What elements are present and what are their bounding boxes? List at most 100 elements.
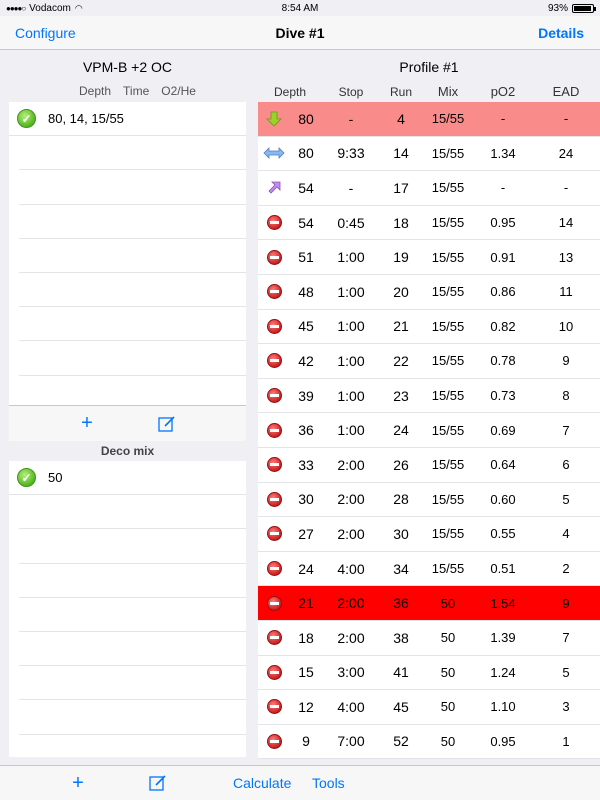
stop-icon xyxy=(258,561,290,577)
profile-row[interactable]: 21 2:00 36 50 1.54 9 xyxy=(258,586,600,621)
profile-row[interactable]: 15 3:00 41 50 1.24 5 xyxy=(258,656,600,691)
cell-ead: - xyxy=(563,111,569,127)
cell-stop: 2:00 xyxy=(337,456,365,473)
status-time: 8:54 AM xyxy=(281,2,319,14)
cell-ead: 2 xyxy=(562,561,570,577)
carrier-label: Vodacom xyxy=(29,2,71,14)
cell-run: 45 xyxy=(393,698,409,715)
cell-run: 52 xyxy=(393,733,409,750)
cell-run: 26 xyxy=(393,456,409,473)
cell-stop: 1:00 xyxy=(337,352,365,369)
calculate-button[interactable]: Calculate xyxy=(233,775,291,791)
empty-row xyxy=(19,632,246,667)
profile-row[interactable]: 54 0:45 18 15/55 0.95 14 xyxy=(258,206,600,241)
edit-icon xyxy=(158,415,175,432)
profile-row[interactable]: 48 1:00 20 15/55 0.86 11 xyxy=(258,275,600,310)
cell-depth: 27 xyxy=(298,525,314,542)
cell-depth: 18 xyxy=(298,629,314,646)
cell-run: 23 xyxy=(393,387,409,404)
cell-ead: 5 xyxy=(562,491,570,507)
cell-po2: 0.69 xyxy=(490,422,516,438)
header-po2: pO2 xyxy=(490,84,516,99)
cell-ead: 7 xyxy=(562,630,570,646)
cell-mix: 15/55 xyxy=(431,491,465,507)
empty-row xyxy=(19,700,246,735)
cell-stop: 3:00 xyxy=(337,664,365,681)
edit-button[interactable] xyxy=(146,771,170,795)
cell-po2: 0.55 xyxy=(490,526,516,542)
profile-row[interactable]: 33 2:00 26 15/55 0.64 6 xyxy=(258,448,600,483)
cell-ead: 13 xyxy=(558,249,574,265)
stop-icon xyxy=(258,284,290,300)
cell-run: 30 xyxy=(393,525,409,542)
profile-row[interactable]: 30 2:00 28 15/55 0.60 5 xyxy=(258,483,600,518)
profile-row[interactable]: 24 4:00 34 15/55 0.51 2 xyxy=(258,552,600,587)
tools-button[interactable]: Tools xyxy=(312,775,345,791)
profile-row[interactable]: 80 - 4 15/55 - - xyxy=(258,102,600,137)
profile-row[interactable]: 54 - 17 15/55 - - xyxy=(258,171,600,206)
edit-icon xyxy=(149,775,166,791)
empty-row xyxy=(19,273,246,308)
cell-run: 36 xyxy=(393,595,409,612)
deco-mix-row[interactable]: ✓ 50 xyxy=(9,461,246,496)
profile-row[interactable]: 18 2:00 38 50 1.39 7 xyxy=(258,621,600,656)
cell-ead: 3 xyxy=(562,699,570,715)
stop-icon xyxy=(258,595,290,611)
cell-depth: 24 xyxy=(298,560,314,577)
cell-depth: 42 xyxy=(298,352,314,369)
cell-po2: 1.34 xyxy=(490,145,516,161)
stop-icon xyxy=(258,630,290,646)
profile-row[interactable]: 42 1:00 22 15/55 0.78 9 xyxy=(258,344,600,379)
level-value: 80, 14, 15/55 xyxy=(48,111,124,127)
configure-button[interactable]: Configure xyxy=(15,25,76,41)
profile-title: Profile #1 xyxy=(399,59,459,75)
cell-stop: - xyxy=(348,179,354,196)
cell-po2: 0.64 xyxy=(490,457,516,473)
cell-depth: 54 xyxy=(298,179,314,196)
levels-list: ✓ 80, 14, 15/55 xyxy=(9,102,246,405)
cell-depth: 21 xyxy=(298,595,314,612)
cell-depth: 80 xyxy=(298,110,314,127)
stop-icon xyxy=(258,422,290,438)
cell-po2: - xyxy=(500,180,506,196)
cell-mix: 15/55 xyxy=(431,249,465,265)
details-button[interactable]: Details xyxy=(538,25,584,41)
profile-row[interactable]: 36 1:00 24 15/55 0.69 7 xyxy=(258,413,600,448)
header-time: Time xyxy=(123,84,150,98)
cell-mix: 15/55 xyxy=(431,284,465,300)
wifi-icon: ◠ xyxy=(74,2,83,13)
status-left: ●●●●○ Vodacom ◠ xyxy=(6,3,83,14)
cell-po2: 0.86 xyxy=(490,284,516,300)
profile-row[interactable]: 39 1:00 23 15/55 0.73 8 xyxy=(258,379,600,414)
profile-row[interactable]: 51 1:00 19 15/55 0.91 13 xyxy=(258,240,600,275)
profile-row[interactable]: 12 4:00 45 50 1.10 3 xyxy=(258,690,600,725)
cell-run: 38 xyxy=(393,629,409,646)
empty-row xyxy=(19,239,246,273)
add-level-button[interactable]: + xyxy=(75,412,99,436)
cell-stop: 0:45 xyxy=(337,214,365,231)
stop-icon xyxy=(258,733,290,749)
cell-stop: 2:00 xyxy=(337,525,365,542)
empty-row xyxy=(19,136,246,171)
cell-depth: 33 xyxy=(298,456,314,473)
cell-stop: 1:00 xyxy=(337,283,365,300)
profile-row[interactable]: 45 1:00 21 15/55 0.82 10 xyxy=(258,310,600,345)
add-button[interactable]: + xyxy=(66,771,90,795)
edit-level-button[interactable] xyxy=(155,412,179,436)
profile-row[interactable]: 9 7:00 52 50 0.95 1 xyxy=(258,725,600,760)
cell-ead: 24 xyxy=(558,145,574,161)
cell-mix: 15/55 xyxy=(431,561,465,577)
cell-po2: 0.95 xyxy=(490,215,516,231)
cell-mix: 50 xyxy=(440,733,456,749)
header-ead: EAD xyxy=(552,84,580,99)
cell-run: 22 xyxy=(393,352,409,369)
cell-ead: 5 xyxy=(562,664,570,680)
level-row[interactable]: ✓ 80, 14, 15/55 xyxy=(9,102,246,137)
cell-run: 34 xyxy=(393,560,409,577)
cell-mix: 50 xyxy=(440,595,456,611)
profile-row[interactable]: 80 9:33 14 15/55 1.34 24 xyxy=(258,137,600,172)
cell-stop: 2:00 xyxy=(337,629,365,646)
levels-column-header: Depth Time O2/He xyxy=(9,80,246,102)
navigation-bar: Configure Dive #1 Details xyxy=(0,16,600,50)
profile-row[interactable]: 27 2:00 30 15/55 0.55 4 xyxy=(258,517,600,552)
